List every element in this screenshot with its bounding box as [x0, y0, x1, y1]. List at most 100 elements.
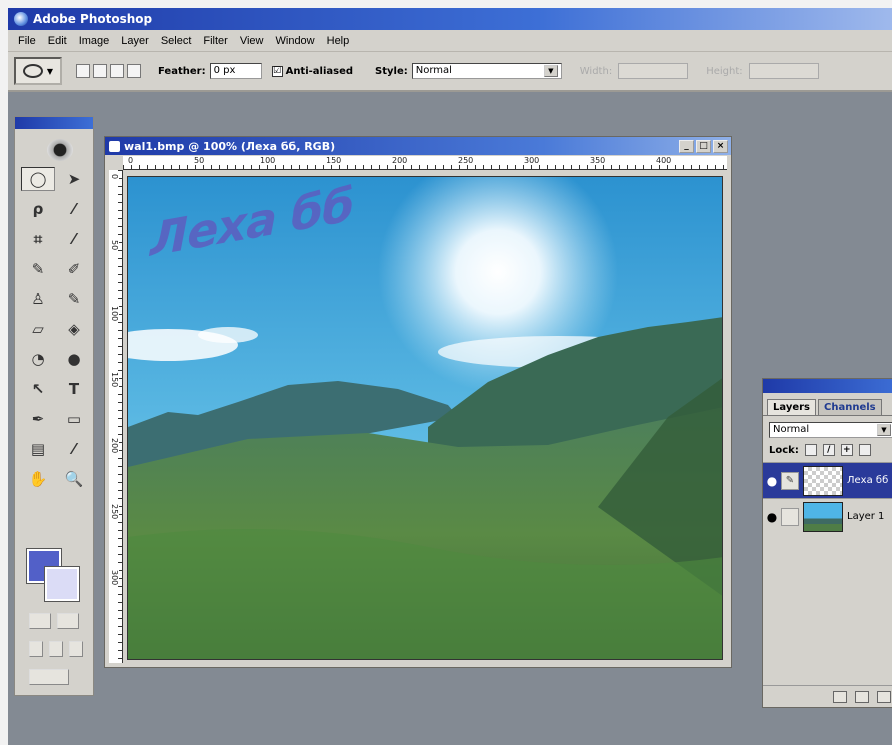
- path-selection-tool-icon[interactable]: ↖: [21, 377, 55, 401]
- brush-link-icon[interactable]: ✎: [781, 471, 799, 490]
- height-label: Height:: [706, 65, 743, 77]
- document-title-bar[interactable]: wal1.bmp @ 100% (Леха бб, RGB) _ □ ×: [105, 137, 731, 155]
- shape-tool-icon[interactable]: ▭: [57, 407, 91, 431]
- hand-tool-icon[interactable]: ✋: [21, 467, 55, 491]
- clone-stamp-tool-icon[interactable]: ♙: [21, 287, 55, 311]
- lock-all-icon[interactable]: [858, 444, 871, 456]
- feather-label: Feather:: [158, 65, 206, 77]
- options-bar: ▼ Feather: 0 px ☑ Anti-aliased Style: No…: [8, 52, 892, 92]
- layers-palette-tabs: Layers Channels: [763, 393, 892, 416]
- intersect-selection-icon[interactable]: [127, 64, 141, 78]
- ruler-tick-label: 300: [110, 570, 119, 586]
- history-brush-tool-icon[interactable]: ✎: [57, 287, 91, 311]
- menu-edit[interactable]: Edit: [42, 35, 73, 47]
- layer-name: Леха бб: [847, 475, 889, 486]
- tab-layers[interactable]: Layers: [767, 399, 816, 415]
- link-slot-icon[interactable]: [781, 507, 799, 526]
- visibility-eye-icon[interactable]: ●: [763, 510, 781, 524]
- pen-tool-icon[interactable]: ✒: [21, 407, 55, 431]
- menu-select[interactable]: Select: [155, 35, 198, 47]
- app-title: Adobe Photoshop: [33, 12, 153, 26]
- move-tool-icon[interactable]: ➤: [57, 167, 91, 191]
- jump-to-row: [29, 669, 69, 685]
- ruler-tick-label: 300: [523, 156, 541, 165]
- blend-mode-value: Normal: [773, 424, 810, 435]
- style-select[interactable]: Normal ▼: [411, 63, 562, 79]
- layers-palette: Layers Channels Normal ▼ Lock: / + ● ✎ Л…: [762, 378, 892, 708]
- standard-screen-mode-button[interactable]: [29, 641, 43, 657]
- minimize-icon[interactable]: _: [679, 139, 694, 153]
- menu-file[interactable]: File: [12, 35, 42, 47]
- layer-row[interactable]: ● Layer 1: [763, 498, 892, 534]
- lock-transparency-icon[interactable]: [804, 444, 817, 456]
- layer-row[interactable]: ● ✎ Леха бб: [763, 462, 892, 498]
- layers-palette-footer: [763, 685, 892, 707]
- ruler-tick-label: 150: [325, 156, 343, 165]
- layer-thumbnail: [803, 501, 843, 532]
- tool-preset-picker[interactable]: ▼: [14, 57, 62, 85]
- app-title-bar: Adobe Photoshop: [8, 8, 892, 30]
- image-canvas[interactable]: Леха бб: [127, 176, 723, 660]
- adobe-eye-logo-icon[interactable]: [47, 139, 73, 161]
- antialiased-checkbox[interactable]: ☑: [271, 65, 283, 77]
- quick-mask-mode-button[interactable]: [57, 613, 79, 629]
- toolbox-title-bar[interactable]: [15, 117, 93, 129]
- new-selection-icon[interactable]: [76, 64, 90, 78]
- healing-brush-tool-icon[interactable]: ✎: [21, 257, 55, 281]
- slice-tool-icon[interactable]: ⁄: [57, 227, 91, 251]
- width-input[interactable]: [618, 63, 689, 79]
- ruler-tick-label: 200: [391, 156, 409, 165]
- document-title: wal1.bmp @ 100% (Леха бб, RGB): [124, 139, 336, 153]
- add-to-selection-icon[interactable]: [93, 64, 107, 78]
- zoom-tool-icon[interactable]: 🔍: [57, 467, 91, 491]
- feather-input[interactable]: 0 px: [209, 63, 262, 79]
- ruler-tick-label: 250: [110, 504, 119, 520]
- standard-mode-button[interactable]: [29, 613, 51, 629]
- menu-image[interactable]: Image: [73, 35, 116, 47]
- ruler-tick-label: 50: [110, 240, 119, 251]
- full-screen-menu-mode-button[interactable]: [49, 641, 63, 657]
- maximize-icon[interactable]: □: [696, 139, 711, 153]
- crop-tool-icon[interactable]: ⌗: [21, 227, 55, 251]
- brush-tool-icon[interactable]: ✐: [57, 257, 91, 281]
- eyedropper-tool-icon[interactable]: ⁄: [57, 437, 91, 461]
- eraser-tool-icon[interactable]: ▱: [21, 317, 55, 341]
- layers-palette-title-bar[interactable]: [763, 379, 892, 393]
- full-screen-mode-button[interactable]: [69, 641, 83, 657]
- type-tool-icon[interactable]: T: [57, 377, 91, 401]
- close-icon[interactable]: ×: [713, 139, 728, 153]
- style-value: Normal: [415, 65, 452, 76]
- blend-mode-select[interactable]: Normal ▼: [769, 422, 892, 438]
- menu-help[interactable]: Help: [321, 35, 356, 47]
- subtract-selection-icon[interactable]: [110, 64, 124, 78]
- menu-window[interactable]: Window: [270, 35, 321, 47]
- layer-style-icon[interactable]: [833, 690, 847, 703]
- menu-layer[interactable]: Layer: [115, 35, 155, 47]
- visibility-eye-icon[interactable]: ●: [763, 474, 781, 488]
- tab-channels[interactable]: Channels: [818, 399, 882, 415]
- paint-bucket-tool-icon[interactable]: ◈: [57, 317, 91, 341]
- lock-position-icon[interactable]: +: [840, 444, 853, 456]
- ruler-tick-label: 350: [589, 156, 607, 165]
- menu-view[interactable]: View: [234, 35, 270, 47]
- elliptical-marquee-tool-icon[interactable]: ◯: [21, 167, 55, 191]
- add-mask-icon[interactable]: [855, 690, 869, 703]
- ruler-tick-label: 200: [110, 438, 119, 454]
- document-window: wal1.bmp @ 100% (Леха бб, RGB) _ □ × 0 50…: [104, 136, 732, 668]
- notes-tool-icon[interactable]: ▤: [21, 437, 55, 461]
- antialiased-label: Anti-aliased: [285, 65, 354, 77]
- blur-tool-icon[interactable]: ◔: [21, 347, 55, 371]
- new-layer-icon[interactable]: [877, 690, 891, 703]
- edit-mode-row: [29, 613, 79, 629]
- lock-label: Lock:: [769, 444, 799, 456]
- menu-filter[interactable]: Filter: [197, 35, 233, 47]
- magic-wand-tool-icon[interactable]: ⁄: [57, 197, 91, 221]
- jump-to-imageready-button[interactable]: [29, 669, 69, 685]
- photoshop-screen: Adobe Photoshop File Edit Image Layer Se…: [8, 8, 892, 745]
- dodge-tool-icon[interactable]: ●: [57, 347, 91, 371]
- height-input[interactable]: [748, 63, 819, 79]
- tool-grid: ◯ ➤ ρ ⁄ ⌗ ⁄ ✎ ✐ ♙ ✎ ▱ ◈ ◔ ● ↖ T ✒ ▭ ▤ ⁄ ✋ 🔍: [21, 167, 91, 491]
- lasso-tool-icon[interactable]: ρ: [21, 197, 55, 221]
- lock-image-icon[interactable]: /: [822, 444, 835, 456]
- background-color-swatch[interactable]: [44, 566, 80, 602]
